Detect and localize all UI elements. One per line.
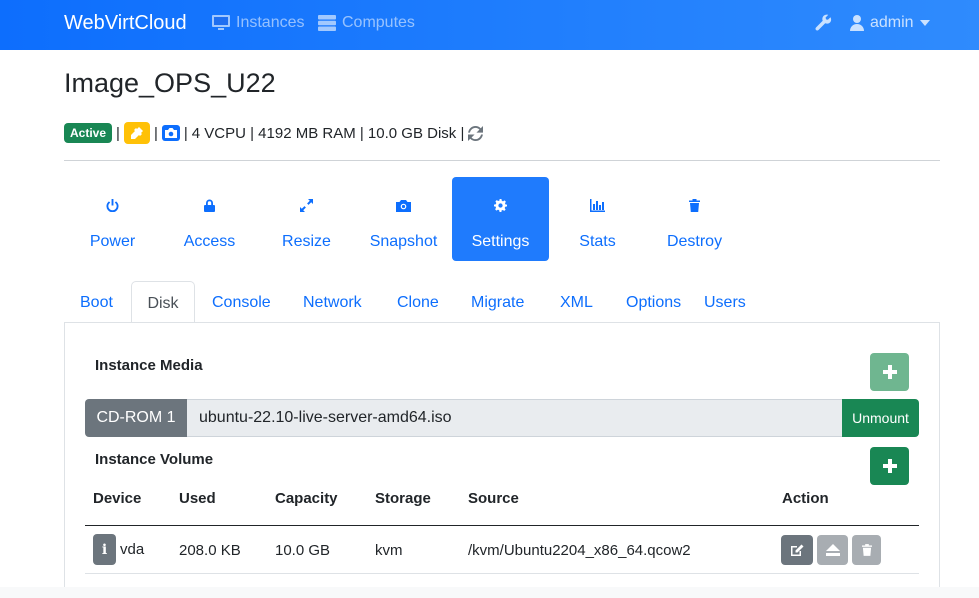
action-stats-label: Stats — [579, 233, 616, 250]
guest-agent-badge — [123, 122, 150, 144]
tab-disk[interactable]: Disk — [131, 281, 195, 323]
info-icon: i — [101, 541, 108, 558]
action-power-label: Power — [89, 233, 136, 250]
plus-icon — [882, 459, 897, 473]
wrench-icon — [815, 14, 832, 31]
action-stats[interactable]: Stats — [549, 177, 646, 261]
instance-volume-title: Instance Volume — [95, 451, 214, 468]
plug-icon — [130, 127, 143, 139]
status-badge: Active — [64, 123, 113, 143]
col-capacity: Capacity — [275, 490, 338, 507]
desktop-icon — [212, 15, 230, 30]
caret-down-icon — [919, 20, 930, 26]
user-name: admin — [870, 14, 914, 31]
snapshot-badge — [161, 125, 180, 141]
tab-console[interactable]: Console — [212, 281, 271, 323]
tab-network[interactable]: Network — [303, 281, 362, 323]
unmount-button[interactable]: Unmount — [842, 399, 919, 437]
instance-title: Image_OPS_U22 — [64, 68, 276, 98]
instance-specs: 4 VCPU | 4192 MB RAM | 10.0 GB Disk | — [191, 124, 465, 142]
divider — [64, 160, 940, 161]
cell-source: /kvm/Ubuntu2204_x86_64.qcow2 — [468, 542, 691, 559]
refresh-icon — [468, 125, 484, 141]
tab-boot[interactable]: Boot — [80, 281, 113, 323]
col-source: Source — [468, 490, 519, 507]
action-snapshot-label: Snapshot — [369, 233, 438, 250]
col-action: Action — [782, 490, 829, 507]
lock-icon — [204, 199, 215, 212]
cell-used: 208.0 KB — [179, 542, 241, 559]
nav-computes-label: Computes — [342, 14, 415, 31]
cdrom-row: CD-ROM 1 ubuntu-22.10-live-server-amd64.… — [85, 399, 919, 437]
add-media-button[interactable] — [870, 353, 909, 391]
detach-volume-button[interactable] — [817, 535, 848, 565]
action-access-label: Access — [183, 233, 236, 250]
action-snapshot[interactable]: Snapshot — [355, 177, 452, 261]
col-used: Used — [179, 490, 216, 507]
cdrom-label: CD-ROM 1 — [85, 399, 187, 437]
server-icon — [318, 15, 336, 31]
tab-clone[interactable]: Clone — [397, 281, 439, 323]
edit-icon — [791, 544, 804, 556]
navbar: WebVirtCloud Instances Computes admin — [0, 0, 979, 50]
plus-icon — [882, 365, 897, 379]
add-volume-button[interactable] — [870, 447, 909, 485]
page-footer-strip — [0, 587, 979, 598]
volume-info-button[interactable]: i — [93, 534, 116, 565]
edit-volume-button[interactable] — [781, 535, 813, 565]
action-settings-label: Settings — [471, 233, 530, 250]
settings-link[interactable] — [815, 14, 832, 31]
cell-capacity: 10.0 GB — [275, 542, 331, 559]
nav-instances[interactable]: Instances — [212, 14, 304, 32]
nav-computes[interactable]: Computes — [318, 14, 415, 32]
instance-status-line: Active | | | 4 VCPU | 4192 MB RAM | 10.0… — [64, 122, 484, 144]
camera-icon — [396, 200, 411, 212]
action-resize-label: Resize — [282, 233, 331, 250]
bar-chart-icon — [590, 199, 605, 212]
col-device: Device — [93, 490, 142, 507]
action-settings[interactable]: Settings — [452, 177, 549, 261]
delete-volume-button[interactable] — [852, 535, 881, 565]
settings-tabs: Boot Disk Console Network Clone Migrate … — [64, 281, 940, 323]
action-destroy-label: Destroy — [666, 233, 723, 250]
tab-options[interactable]: Options — [626, 281, 681, 323]
refresh-button[interactable] — [468, 125, 484, 141]
table-row-divider — [85, 573, 919, 574]
action-access[interactable]: Access — [161, 177, 258, 261]
action-destroy[interactable]: Destroy — [646, 177, 743, 261]
user-menu[interactable]: admin — [850, 14, 930, 32]
col-storage: Storage — [375, 490, 431, 507]
expand-icon — [300, 199, 313, 212]
cdrom-iso-value: ubuntu-22.10-live-server-amd64.iso — [187, 399, 842, 437]
power-icon — [106, 199, 119, 212]
eject-icon — [825, 544, 840, 556]
trash-icon — [689, 199, 700, 212]
tab-users[interactable]: Users — [704, 281, 746, 323]
tab-xml[interactable]: XML — [560, 281, 593, 323]
cell-storage: kvm — [375, 542, 403, 559]
action-resize[interactable]: Resize — [258, 177, 355, 261]
gear-icon — [494, 199, 507, 212]
trash-icon — [861, 544, 872, 556]
brand-link[interactable]: WebVirtCloud — [64, 12, 187, 35]
tab-migrate[interactable]: Migrate — [471, 281, 524, 323]
user-icon — [850, 15, 864, 31]
camera-icon — [164, 128, 177, 138]
table-header-divider — [85, 525, 919, 526]
action-power[interactable]: Power — [64, 177, 161, 261]
cell-device: vda — [120, 541, 145, 558]
nav-instances-label: Instances — [236, 14, 305, 31]
instance-media-title: Instance Media — [95, 357, 203, 374]
